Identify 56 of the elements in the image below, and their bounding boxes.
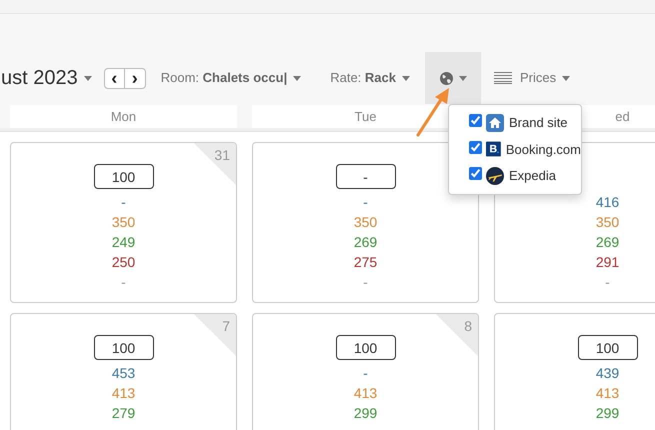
- rate-value: 249: [112, 233, 136, 252]
- value-input[interactable]: -: [336, 164, 396, 189]
- rate-value: 453: [112, 364, 136, 383]
- caret-icon: [562, 76, 570, 80]
- rate-dropdown[interactable]: Rate: Rack: [330, 68, 410, 88]
- channel-option[interactable]: Booking.com: [449, 140, 581, 159]
- rate-value: 413: [354, 384, 378, 403]
- caret-icon: [402, 76, 410, 80]
- rate-value: 413: [112, 384, 136, 403]
- value-input[interactable]: 100: [94, 164, 154, 189]
- rate-value: 250: [112, 253, 136, 272]
- rate-value: 269: [596, 233, 620, 252]
- rate-value: 350: [354, 213, 378, 232]
- value-input[interactable]: 100: [578, 335, 638, 360]
- channel-checkbox[interactable]: [469, 140, 482, 154]
- rate-value: -: [605, 273, 610, 292]
- house-icon: [486, 114, 504, 132]
- day-number: 31: [214, 146, 230, 165]
- rate-value: -: [363, 193, 368, 212]
- previous-button[interactable]: ‹: [104, 68, 125, 88]
- rate-value: 413: [596, 384, 620, 403]
- value-input[interactable]: 100: [94, 335, 154, 360]
- airplane-icon: [486, 166, 504, 185]
- rate-value: -: [121, 273, 126, 292]
- list-icon: [494, 72, 512, 84]
- globe-icon: [440, 72, 452, 84]
- value-input[interactable]: 100: [336, 335, 396, 360]
- rate-value: 350: [112, 213, 136, 232]
- channel-checkbox[interactable]: [469, 114, 482, 127]
- rate-value: 279: [112, 404, 136, 423]
- weekday-header: Mon: [10, 105, 237, 128]
- rate-value: -: [121, 193, 126, 212]
- rate-value: -: [363, 273, 368, 292]
- month-dropdown[interactable]: ust 2023: [1, 63, 92, 93]
- rate-value: 350: [596, 213, 620, 232]
- rate-value: 291: [596, 253, 620, 272]
- day-number: 7: [222, 317, 230, 336]
- caret-icon: [84, 76, 92, 80]
- rate-value: 269: [354, 233, 378, 252]
- caret-icon: [293, 76, 302, 80]
- rate-value: 299: [596, 404, 620, 423]
- prices-dropdown[interactable]: Prices: [494, 68, 570, 88]
- pointer-arrow: [414, 86, 452, 138]
- rate-value: 299: [354, 404, 378, 423]
- rate-value: -: [363, 364, 368, 383]
- caret-icon: [458, 76, 466, 80]
- channel-checkbox[interactable]: [469, 167, 482, 180]
- channel-option[interactable]: Expedia: [449, 166, 581, 186]
- day-number: 8: [464, 317, 472, 336]
- room-dropdown[interactable]: Room: Chalets occu|: [160, 68, 302, 88]
- letter-b-icon: [486, 140, 501, 158]
- channels-dropdown[interactable]: [425, 52, 481, 104]
- rate-value: 439: [596, 364, 620, 383]
- rate-value: 275: [354, 253, 378, 272]
- next-button[interactable]: ›: [124, 68, 146, 88]
- rate-value: 416: [596, 193, 620, 212]
